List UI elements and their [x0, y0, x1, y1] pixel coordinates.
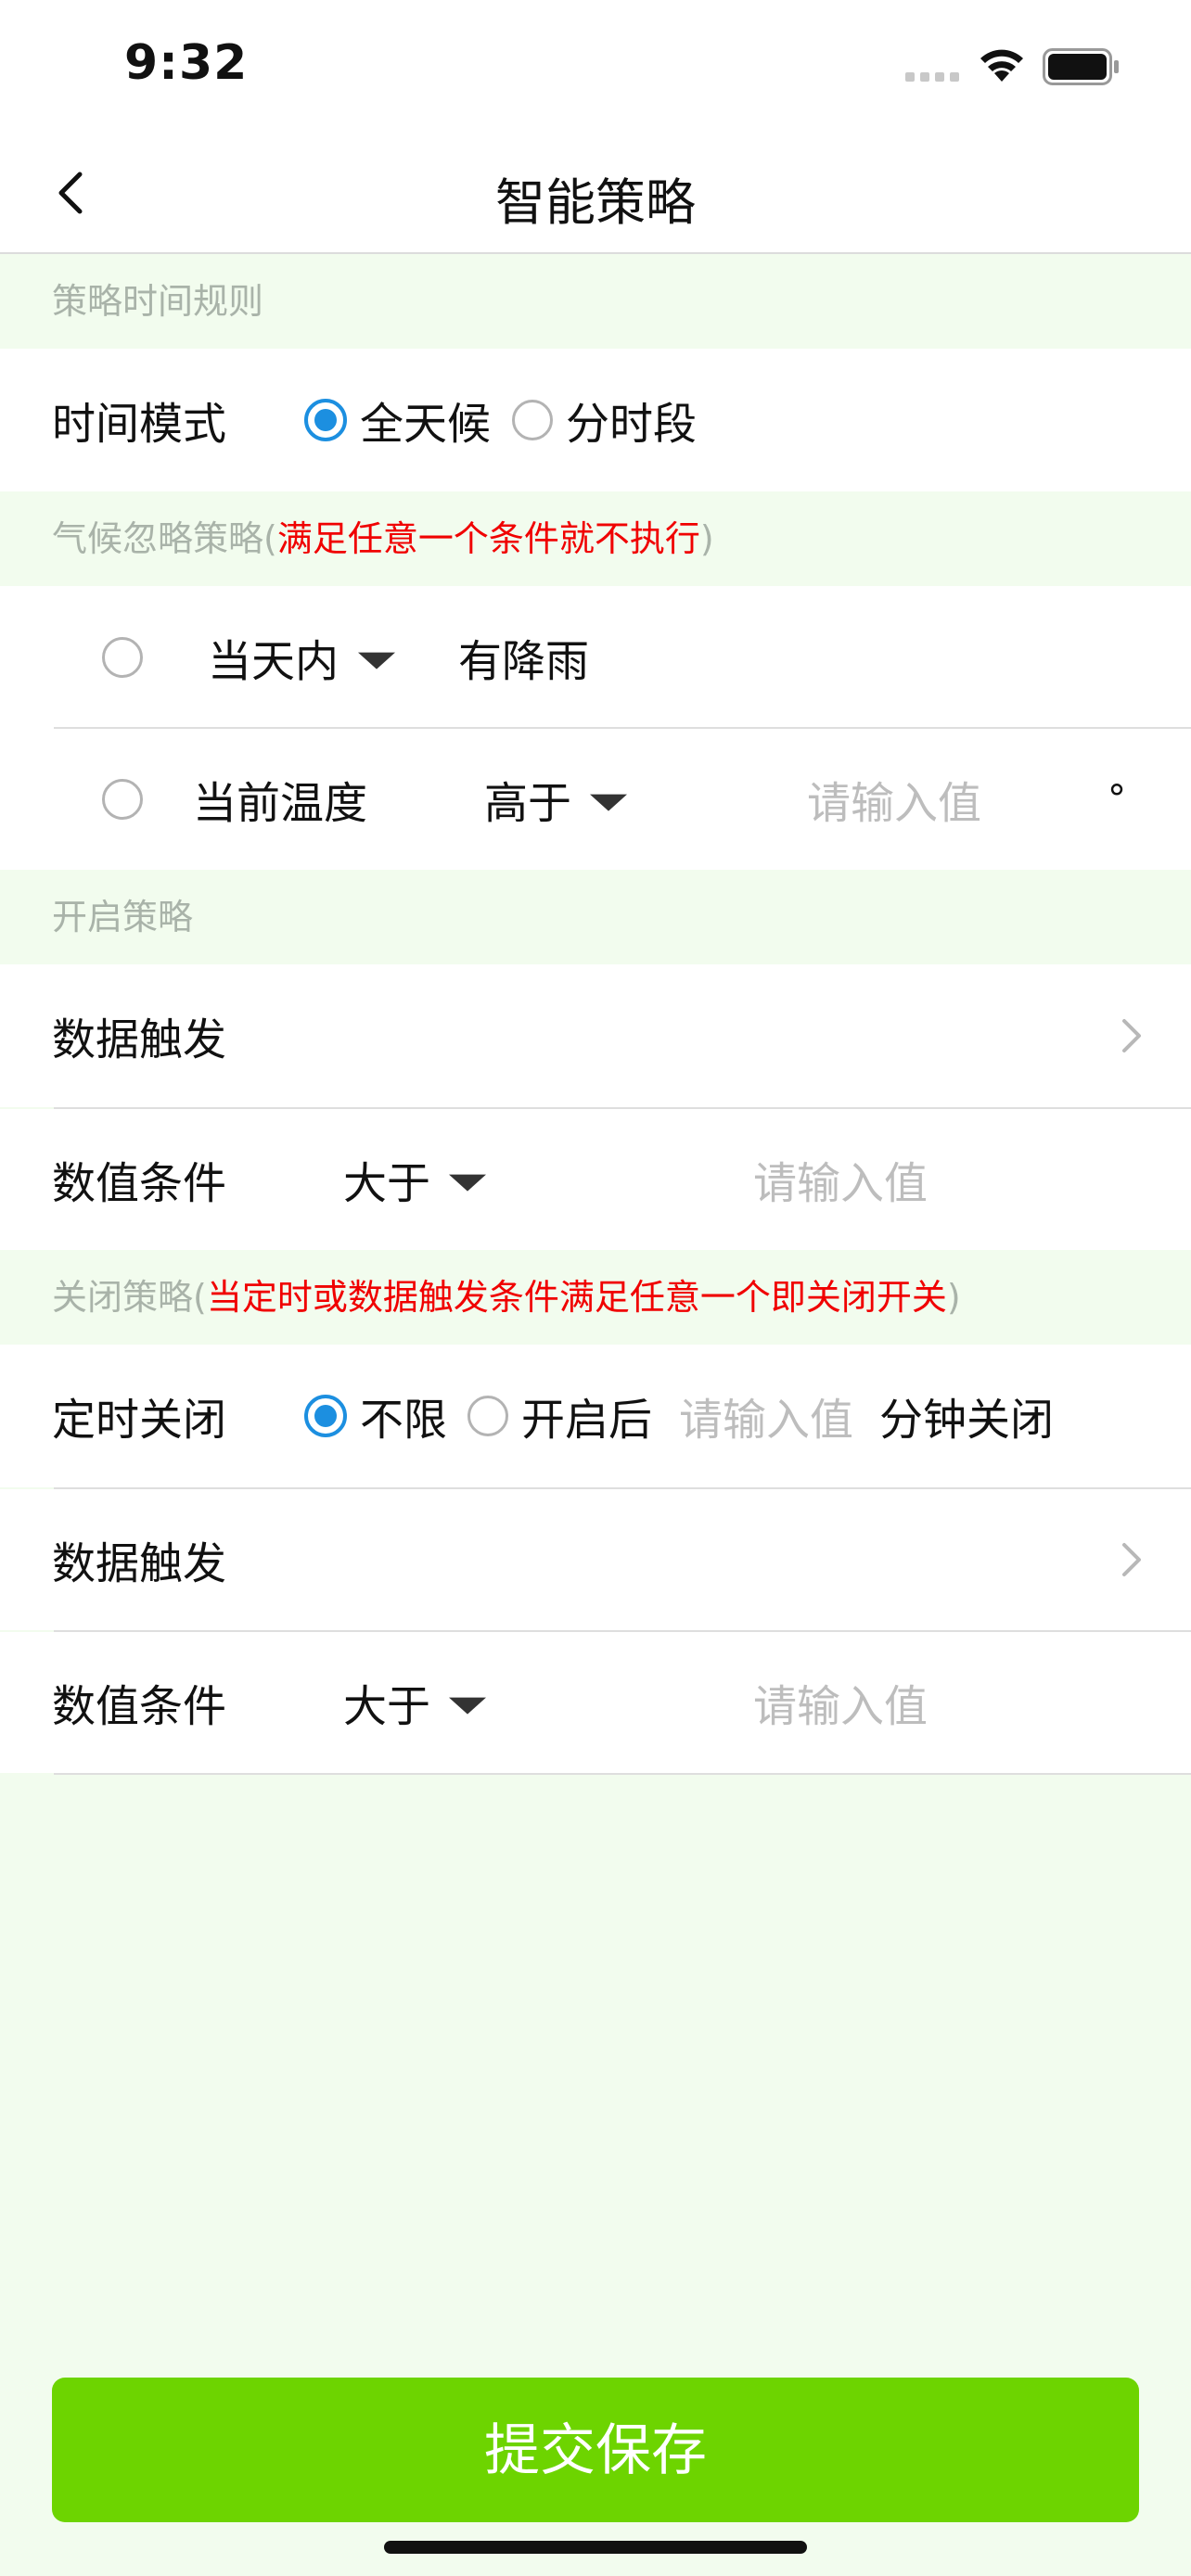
close-data-trigger-label: 数据触发 — [52, 1538, 226, 1590]
section-header-close: 关闭策略(当定时或数据触发条件满足任意一个即关闭开关) — [0, 1250, 1191, 1345]
close-header-prefix: 关闭策略( — [52, 1277, 207, 1318]
close-value-label: 数值条件 — [52, 1681, 226, 1733]
rain-condition-row: 当天内 有降雨 — [0, 586, 1191, 729]
temperature-unit: ° — [1108, 778, 1126, 821]
wifi-icon — [980, 49, 1023, 82]
temperature-condition-row: 当前温度 高于 请输入值 ° — [0, 729, 1191, 870]
radio-temperature[interactable] — [102, 779, 143, 820]
timer-close-label: 定时关闭 — [52, 1395, 226, 1447]
status-bar: 9:32 — [0, 0, 1191, 130]
close-data-trigger-row[interactable]: 数据触发 — [0, 1489, 1191, 1630]
page-title: 智能策略 — [495, 173, 696, 232]
radio-period[interactable] — [512, 400, 553, 440]
radio-all-day[interactable] — [304, 399, 347, 441]
temperature-compare-caret-icon[interactable] — [590, 794, 627, 811]
close-value-input[interactable]: 请输入值 — [753, 1671, 928, 1735]
climate-header-suffix: ) — [699, 518, 714, 559]
open-data-trigger-row[interactable]: 数据触发 — [0, 964, 1191, 1107]
option-after-open-label[interactable]: 开启后 — [521, 1384, 652, 1448]
rain-scope-caret-icon[interactable] — [358, 652, 395, 670]
submit-save-button[interactable]: 提交保存 — [52, 2378, 1139, 2522]
chevron-right-icon — [1122, 1019, 1141, 1052]
option-all-day-label[interactable]: 全天候 — [360, 389, 491, 453]
time-mode-row: 时间模式 全天候 分时段 — [0, 349, 1191, 491]
timer-close-row: 定时关闭 不限 开启后 请输入值 分钟关闭 — [0, 1345, 1191, 1487]
minutes-input[interactable]: 请输入值 — [679, 1384, 853, 1448]
open-data-trigger-label: 数据触发 — [52, 1014, 226, 1066]
nav-bar: 智能策略 — [0, 130, 1191, 254]
open-value-label: 数值条件 — [52, 1158, 226, 1210]
divider — [54, 1773, 1191, 1775]
climate-header-note: 满足任意一个条件就不执行 — [276, 518, 700, 559]
home-indicator — [384, 2541, 807, 2554]
option-period-label[interactable]: 分时段 — [566, 389, 697, 453]
option-unlimited-label[interactable]: 不限 — [360, 1384, 447, 1448]
radio-rain[interactable] — [102, 637, 143, 678]
section-header-time-rule: 策略时间规则 — [0, 254, 1191, 349]
open-compare-dropdown[interactable]: 大于 — [343, 1148, 430, 1212]
temperature-label: 当前温度 — [193, 778, 367, 830]
open-value-condition-row: 数值条件 大于 请输入值 — [0, 1109, 1191, 1250]
climate-header-prefix: 气候忽略策略( — [52, 518, 277, 559]
open-value-input[interactable]: 请输入值 — [753, 1148, 928, 1212]
section-header-climate: 气候忽略策略(满足任意一个条件就不执行) — [0, 491, 1191, 586]
radio-unlimited[interactable] — [304, 1395, 347, 1437]
close-header-suffix: ) — [946, 1277, 961, 1318]
close-compare-caret-icon[interactable] — [449, 1697, 486, 1715]
chevron-right-icon — [1122, 1543, 1141, 1576]
time-mode-label: 时间模式 — [52, 399, 226, 451]
battery-icon — [1043, 48, 1119, 85]
rain-event-label: 有降雨 — [458, 636, 589, 688]
section-header-open: 开启策略 — [0, 870, 1191, 964]
cellular-icon — [905, 72, 961, 83]
temperature-value-input[interactable]: 请输入值 — [807, 768, 981, 832]
open-compare-caret-icon[interactable] — [449, 1174, 486, 1192]
radio-after-open[interactable] — [467, 1396, 508, 1436]
status-time: 9:32 — [124, 35, 249, 91]
close-value-condition-row: 数值条件 大于 请输入值 — [0, 1632, 1191, 1773]
close-compare-dropdown[interactable]: 大于 — [343, 1671, 430, 1735]
minutes-suffix-label: 分钟关闭 — [879, 1395, 1054, 1447]
close-header-note: 当定时或数据触发条件满足任意一个即关闭开关 — [206, 1277, 947, 1318]
rain-scope-dropdown[interactable]: 当天内 — [208, 626, 339, 690]
temperature-compare-dropdown[interactable]: 高于 — [484, 768, 571, 832]
